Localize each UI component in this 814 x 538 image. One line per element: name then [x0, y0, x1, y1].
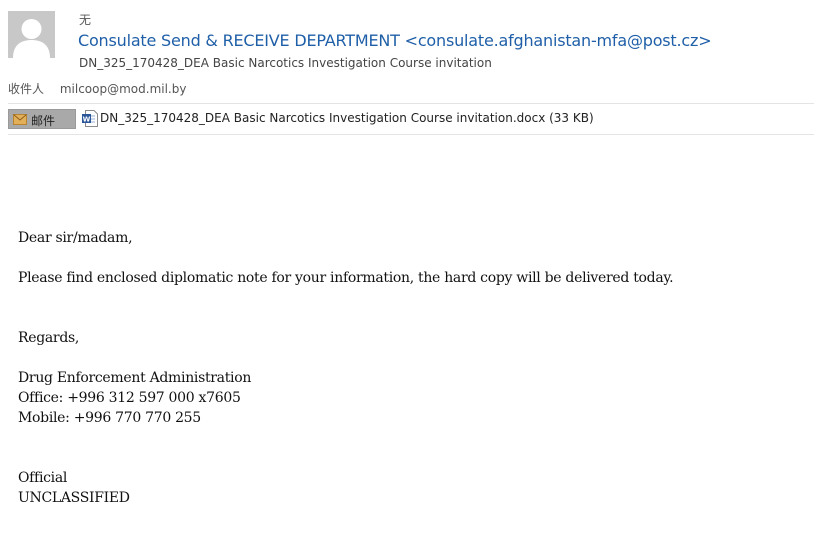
word-doc-icon[interactable]: W: [82, 110, 98, 127]
signature-mobile: Mobile: +996 770 770 255: [18, 410, 201, 426]
mail-tag-label: 邮件: [31, 114, 56, 128]
footer-classification: UNCLASSIFIED: [18, 490, 130, 506]
attachment-filename[interactable]: DN_325_170428_DEA Basic Narcotics Invest…: [100, 111, 594, 125]
email-subject: DN_325_170428_DEA Basic Narcotics Invest…: [79, 56, 492, 70]
attachment-divider: [8, 134, 814, 135]
body-line-1: Please find enclosed diplomatic note for…: [18, 270, 674, 286]
user-silhouette-icon: [8, 11, 55, 58]
header-label: 无: [79, 13, 92, 27]
recipient-row: 收件人 milcoop@mod.mil.by: [8, 80, 186, 97]
body-greeting: Dear sir/madam,: [18, 230, 133, 246]
body-regards: Regards,: [18, 330, 80, 346]
signature-org: Drug Enforcement Administration: [18, 370, 252, 386]
envelope-icon: [13, 114, 27, 125]
sender-link[interactable]: Consulate Send & RECEIVE DEPARTMENT <con…: [78, 31, 712, 50]
sender-avatar[interactable]: [8, 11, 55, 58]
footer-official: Official: [18, 470, 68, 486]
mail-tag-button[interactable]: 邮件: [8, 109, 76, 129]
header-divider: [8, 103, 814, 104]
signature-office: Office: +996 312 597 000 x7605: [18, 390, 241, 406]
recipient-label: 收件人: [8, 82, 45, 96]
svg-text:W: W: [83, 116, 91, 124]
recipient-address[interactable]: milcoop@mod.mil.by: [60, 82, 187, 96]
